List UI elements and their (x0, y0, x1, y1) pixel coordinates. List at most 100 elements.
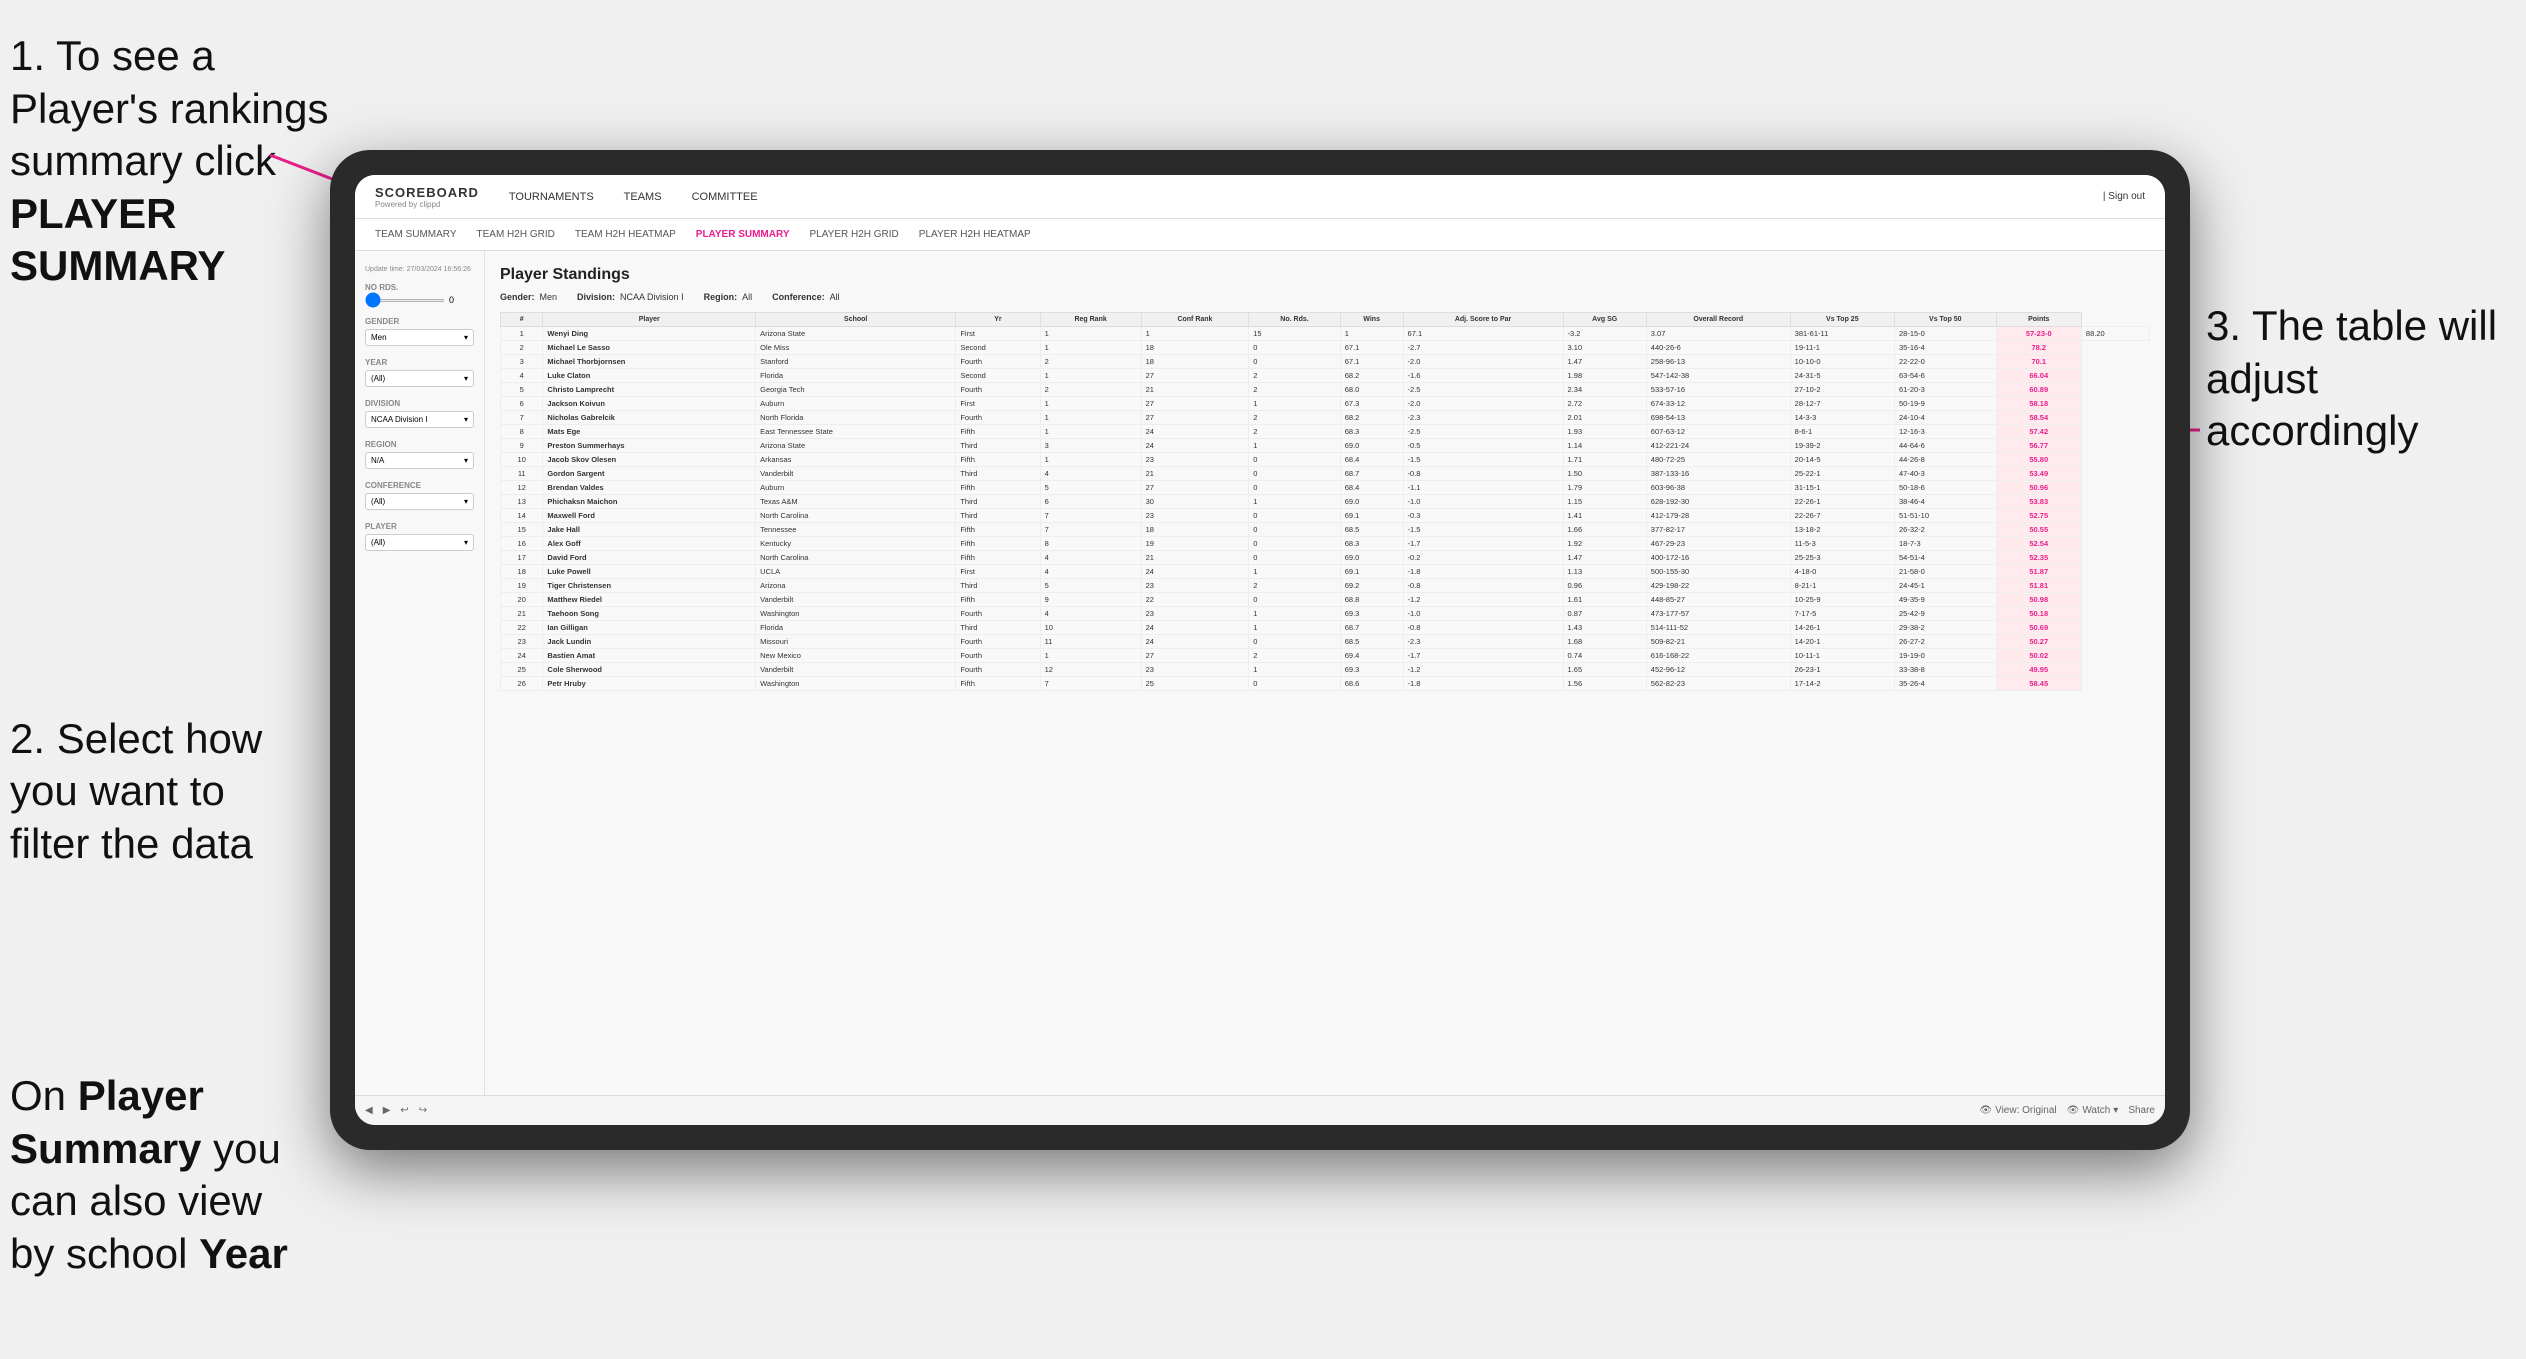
table-row[interactable]: 22Ian GilliganFloridaThird1024168.7-0.81… (501, 621, 2150, 635)
bottom-toolbar: ◀ ▶ ↩ ↪ 👁 View: Original 👁 Watch ▾ Share (355, 1095, 2165, 1125)
sub-nav-team-h2h-grid[interactable]: TEAM H2H GRID (477, 229, 555, 240)
cell-rank: 25 (501, 663, 543, 677)
gender-chevron-icon: ▾ (464, 333, 468, 342)
sidebar-player-control[interactable]: (All) ▾ (365, 534, 474, 551)
cell-data: 24-10-4 (1894, 411, 1996, 425)
cell-player: David Ford (543, 551, 756, 565)
cell-player: Cole Sherwood (543, 663, 756, 677)
cell-data: 2 (1249, 383, 1340, 397)
cell-data: 4 (1040, 565, 1141, 579)
table-row[interactable]: 16Alex GoffKentuckyFifth819068.3-1.71.92… (501, 537, 2150, 551)
cell-points: 53.49 (1996, 467, 2081, 481)
toolbar-redo[interactable]: ↪ (419, 1105, 427, 1116)
cell-rank: 8 (501, 425, 543, 439)
cell-data: 24 (1141, 425, 1249, 439)
toolbar-view[interactable]: 👁 View: Original (1979, 1105, 2056, 1116)
table-row[interactable]: 11Gordon SargentVanderbiltThird421068.7-… (501, 467, 2150, 481)
cell-data: -0.8 (1403, 579, 1563, 593)
table-row[interactable]: 5Christo LamprechtGeorgia TechFourth2212… (501, 383, 2150, 397)
cell-data: 61-20-3 (1894, 383, 1996, 397)
nav-teams[interactable]: TEAMS (624, 191, 662, 203)
table-row[interactable]: 9Preston SummerhaysArizona StateThird324… (501, 439, 2150, 453)
cell-rank: 12 (501, 481, 543, 495)
sidebar-region-control[interactable]: N/A ▾ (365, 452, 474, 469)
table-row[interactable]: 6Jackson KoivunAuburnFirst127167.3-2.02.… (501, 397, 2150, 411)
sign-out-link[interactable]: | Sign out (2103, 191, 2145, 202)
table-row[interactable]: 1Wenyi DingArizona StateFirst1115167.1-3… (501, 327, 2150, 341)
sub-nav-player-h2h-heatmap[interactable]: PLAYER H2H HEATMAP (919, 229, 1031, 240)
table-row[interactable]: 10Jacob Skov OlesenArkansasFifth123068.4… (501, 453, 2150, 467)
sidebar-region-value: N/A (371, 456, 384, 465)
sub-nav-team-summary[interactable]: TEAM SUMMARY (375, 229, 457, 240)
cell-points: 51.87 (1996, 565, 2081, 579)
toolbar-undo[interactable]: ↩ (400, 1105, 408, 1116)
cell-data: 3.07 (1646, 327, 1790, 341)
col-reg-rank: Reg Rank (1040, 313, 1141, 327)
table-row[interactable]: 23Jack LundinMissouriFourth1124068.5-2.3… (501, 635, 2150, 649)
table-row[interactable]: 12Brendan ValdesAuburnFifth527068.4-1.11… (501, 481, 2150, 495)
cell-data: 68.7 (1340, 467, 1403, 481)
cell-data: -2.3 (1403, 411, 1563, 425)
toolbar-share[interactable]: Share (2128, 1105, 2155, 1116)
cell-data: 69.3 (1340, 663, 1403, 677)
no-rds-slider[interactable] (365, 299, 445, 302)
sub-nav-team-h2h-heatmap[interactable]: TEAM H2H HEATMAP (575, 229, 676, 240)
table-row[interactable]: 2Michael Le SassoOle MissSecond118067.1-… (501, 341, 2150, 355)
sidebar-conference-control[interactable]: (All) ▾ (365, 493, 474, 510)
table-row[interactable]: 4Luke ClatonFloridaSecond127268.2-1.61.9… (501, 369, 2150, 383)
table-row[interactable]: 25Cole SherwoodVanderbiltFourth1223169.3… (501, 663, 2150, 677)
cell-points: 58.18 (1996, 397, 2081, 411)
table-row[interactable]: 14Maxwell FordNorth CarolinaThird723069.… (501, 509, 2150, 523)
cell-data: 69.0 (1340, 439, 1403, 453)
nav-tournaments[interactable]: TOURNAMENTS (509, 191, 594, 203)
cell-rank: 7 (501, 411, 543, 425)
filter-division-label: Division: (577, 292, 615, 302)
table-row[interactable]: 18Luke PowellUCLAFirst424169.1-1.81.1350… (501, 565, 2150, 579)
cell-data: 2 (1040, 383, 1141, 397)
table-row[interactable]: 8Mats EgeEast Tennessee StateFifth124268… (501, 425, 2150, 439)
cell-data: Fourth (956, 649, 1040, 663)
cell-player: Nicholas Gabrelcik (543, 411, 756, 425)
cell-data: -1.6 (1403, 369, 1563, 383)
step1-text: 1. To see a Player's rankings summary cl… (10, 32, 329, 184)
table-row[interactable]: 19Tiger ChristensenArizonaThird523269.2-… (501, 579, 2150, 593)
table-row[interactable]: 15Jake HallTennesseeFifth718068.5-1.51.6… (501, 523, 2150, 537)
table-row[interactable]: 13Phichaksn MaichonTexas A&MThird630169.… (501, 495, 2150, 509)
table-row[interactable]: 7Nicholas GabrelcikNorth FloridaFourth12… (501, 411, 2150, 425)
sub-nav-player-summary[interactable]: PLAYER SUMMARY (696, 229, 790, 240)
sidebar-division-control[interactable]: NCAA Division I ▾ (365, 411, 474, 428)
table-row[interactable]: 26Petr HrubyWashingtonFifth725068.6-1.81… (501, 677, 2150, 691)
toolbar-back[interactable]: ◀ (365, 1105, 373, 1116)
table-row[interactable]: 21Taehoon SongWashingtonFourth423169.3-1… (501, 607, 2150, 621)
toolbar-watch[interactable]: 👁 Watch ▾ (2067, 1105, 2119, 1116)
sidebar-no-rds: No Rds. 0 (365, 283, 474, 305)
cell-data: 19-19-0 (1894, 649, 1996, 663)
cell-data: 2.01 (1563, 411, 1646, 425)
cell-data: 1 (1040, 397, 1141, 411)
table-row[interactable]: 3Michael ThorbjornsenStanfordFourth21806… (501, 355, 2150, 369)
cell-data: 12 (1040, 663, 1141, 677)
cell-data: -0.8 (1403, 467, 1563, 481)
cell-data: 412-221-24 (1646, 439, 1790, 453)
sub-nav-player-h2h-grid[interactable]: PLAYER H2H GRID (810, 229, 899, 240)
table-row[interactable]: 20Matthew RiedelVanderbiltFifth922068.8-… (501, 593, 2150, 607)
cell-data: -1.2 (1403, 663, 1563, 677)
cell-data: 11-5-3 (1790, 537, 1894, 551)
sidebar-year-control[interactable]: (All) ▾ (365, 370, 474, 387)
table-row[interactable]: 24Bastien AmatNew MexicoFourth127269.4-1… (501, 649, 2150, 663)
cell-player: Petr Hruby (543, 677, 756, 691)
cell-data: 10-25-9 (1790, 593, 1894, 607)
cell-data: 448-85-27 (1646, 593, 1790, 607)
cell-data: 5 (1040, 579, 1141, 593)
nav-committee[interactable]: COMMITTEE (692, 191, 758, 203)
cell-data: New Mexico (756, 649, 956, 663)
table-row[interactable]: 17David FordNorth CarolinaFifth421069.0-… (501, 551, 2150, 565)
cell-points: 50.55 (1996, 523, 2081, 537)
sidebar-gender-control[interactable]: Men ▾ (365, 329, 474, 346)
cell-data: -3.2 (1563, 327, 1646, 341)
toolbar-forward[interactable]: ▶ (383, 1105, 391, 1116)
cell-points: 58.45 (1996, 677, 2081, 691)
cell-data: 0 (1249, 509, 1340, 523)
cell-data: -2.0 (1403, 355, 1563, 369)
cell-data: 23 (1141, 509, 1249, 523)
